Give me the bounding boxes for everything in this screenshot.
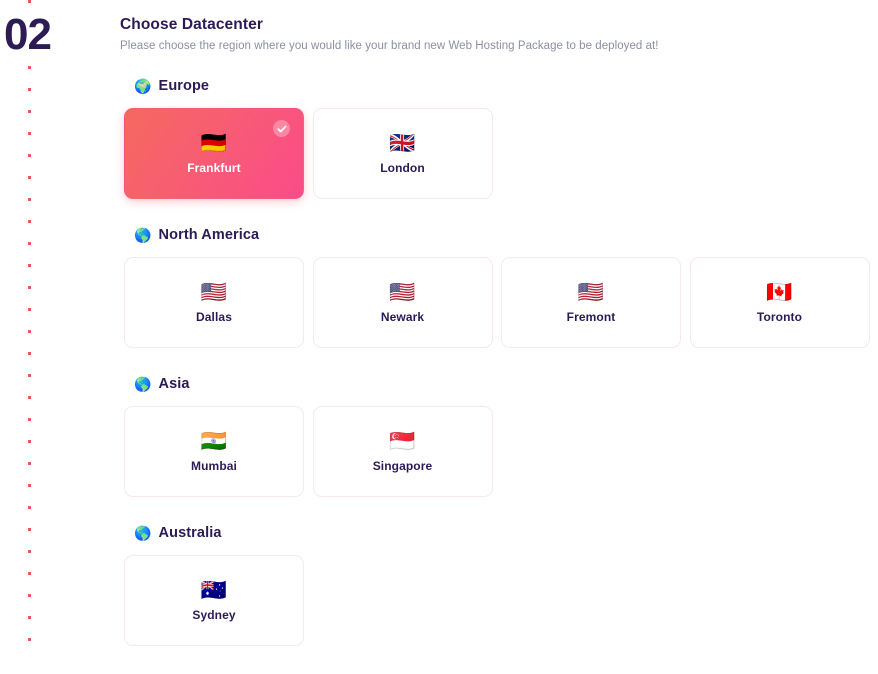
datacenter-label: Frankfurt — [187, 160, 241, 175]
datacenter-card-row: 🇺🇸 Dallas 🇺🇸 Newark 🇺🇸 Fremont 🇨🇦 Toronto — [124, 257, 878, 348]
region-block: 🌎 Asia 🇮🇳 Mumbai 🇸🇬 Singapore — [120, 376, 878, 497]
flag-united-kingdom-icon: 🇬🇧 — [389, 132, 416, 155]
datacenter-card-mumbai[interactable]: 🇮🇳 Mumbai — [124, 406, 304, 497]
region-name: North America — [158, 227, 260, 243]
flag-united-states-icon: 🇺🇸 — [577, 281, 605, 304]
regions-container: 🌍 Europe 🇩🇪 Frankfurt 🇬🇧 London 🌎 North America… — [120, 78, 878, 646]
datacenter-card-newark[interactable]: 🇺🇸 Newark — [312, 257, 493, 348]
globe-europe-icon: 🌍 — [134, 78, 152, 94]
datacenter-label: Singapore — [372, 458, 433, 473]
datacenter-card-row: 🇩🇪 Frankfurt 🇬🇧 London — [124, 108, 878, 199]
globe-americas-icon: 🌎 — [134, 376, 152, 392]
progress-dotted-line — [28, 0, 31, 655]
page-title: Choose Datacenter — [120, 16, 263, 33]
datacenter-card-singapore[interactable]: 🇸🇬 Singapore — [312, 406, 493, 497]
datacenter-chooser: Choose Datacenter Please choose the regi… — [120, 0, 878, 674]
step-number: 02 — [2, 11, 55, 61]
flag-united-states-icon: 🇺🇸 — [200, 281, 228, 304]
datacenter-card-sydney[interactable]: 🇦🇺 Sydney — [124, 555, 304, 646]
region-name: Australia — [158, 525, 222, 541]
datacenter-label: Fremont — [566, 309, 616, 324]
datacenter-label: Sydney — [192, 607, 236, 622]
datacenter-label: London — [380, 160, 425, 175]
region-block: 🌍 Europe 🇩🇪 Frankfurt 🇬🇧 London — [120, 78, 878, 199]
flag-singapore-icon: 🇸🇬 — [389, 430, 416, 453]
step-indicator-rail: 02 — [0, 0, 100, 655]
page-subtitle: Please choose the region where you would… — [120, 40, 659, 52]
region-block: 🌎 Australia 🇦🇺 Sydney — [120, 525, 878, 646]
region-heading: 🌎 Australia — [134, 525, 878, 541]
flag-canada-icon: 🇨🇦 — [766, 281, 793, 304]
flag-united-states-icon: 🇺🇸 — [389, 281, 416, 304]
datacenter-card-london[interactable]: 🇬🇧 London — [312, 108, 493, 199]
datacenter-card-frankfurt[interactable]: 🇩🇪 Frankfurt — [124, 108, 304, 199]
region-block: 🌎 North America 🇺🇸 Dallas 🇺🇸 Newark 🇺🇸 Fremont 🇨… — [120, 227, 878, 348]
region-heading: 🌎 North America — [134, 227, 878, 243]
datacenter-label: Mumbai — [191, 458, 237, 473]
region-name: Europe — [158, 78, 210, 94]
region-heading: 🌍 Europe — [134, 78, 878, 94]
flag-australia-icon: 🇦🇺 — [200, 579, 228, 602]
globe-americas-icon: 🌎 — [134, 227, 152, 243]
region-heading: 🌎 Asia — [134, 376, 878, 392]
globe-americas-icon: 🌎 — [134, 525, 152, 541]
datacenter-card-toronto[interactable]: 🇨🇦 Toronto — [689, 257, 870, 348]
datacenter-card-row: 🇦🇺 Sydney — [124, 555, 878, 646]
datacenter-label: Toronto — [756, 309, 803, 324]
datacenter-card-fremont[interactable]: 🇺🇸 Fremont — [501, 257, 681, 348]
datacenter-card-row: 🇮🇳 Mumbai 🇸🇬 Singapore — [124, 406, 878, 497]
flag-germany-icon: 🇩🇪 — [200, 132, 228, 155]
datacenter-label: Newark — [380, 309, 425, 324]
selected-check-icon — [273, 120, 290, 137]
flag-india-icon: 🇮🇳 — [200, 430, 228, 453]
datacenter-label: Dallas — [196, 309, 232, 324]
region-name: Asia — [158, 376, 190, 392]
datacenter-card-dallas[interactable]: 🇺🇸 Dallas — [124, 257, 304, 348]
